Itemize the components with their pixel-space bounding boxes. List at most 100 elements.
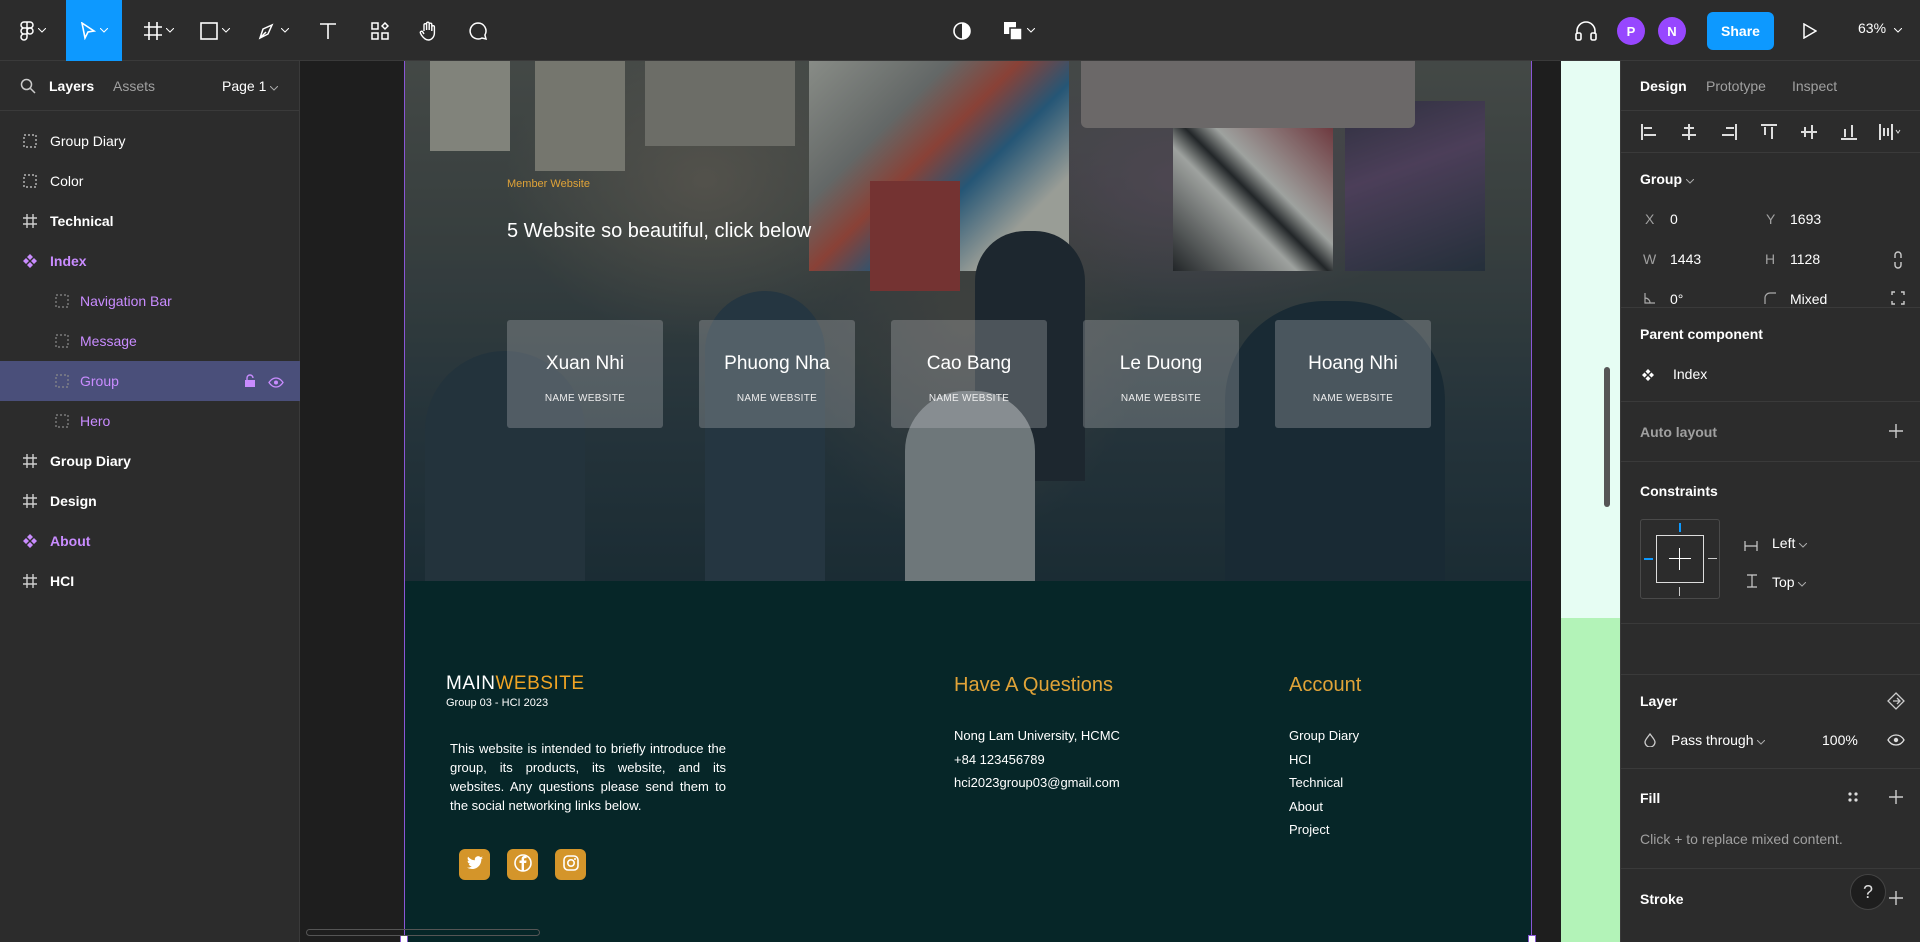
- unlock-icon[interactable]: [244, 374, 256, 390]
- layer-row[interactable]: About: [0, 521, 300, 561]
- blend-mode-select[interactable]: Pass through: [1671, 732, 1766, 748]
- tab-assets[interactable]: Assets: [113, 78, 155, 94]
- instagram-button[interactable]: [555, 849, 586, 880]
- y-input[interactable]: 1693: [1790, 211, 1821, 227]
- rotation-input[interactable]: 0°: [1670, 291, 1683, 307]
- layer-row[interactable]: Hero: [0, 401, 300, 441]
- align-horizontal-center-icon[interactable]: [1681, 124, 1697, 143]
- account-link[interactable]: Technical: [1289, 775, 1343, 790]
- layer-row[interactable]: Navigation Bar: [0, 281, 300, 321]
- align-bottom-icon[interactable]: [1841, 124, 1857, 143]
- tab-inspect[interactable]: Inspect: [1792, 78, 1837, 94]
- account-link[interactable]: Group Diary: [1289, 728, 1359, 743]
- adjacent-frame[interactable]: [1561, 618, 1620, 942]
- hero-section[interactable]: Member Website 5 Website so beautiful, c…: [405, 61, 1531, 581]
- main-menu-button[interactable]: [10, 0, 56, 61]
- opacity-input[interactable]: 100%: [1822, 732, 1858, 748]
- design-canvas[interactable]: Member Website 5 Website so beautiful, c…: [300, 61, 1620, 942]
- constrain-proportions-icon[interactable]: [1893, 251, 1903, 272]
- constraint-right[interactable]: [1708, 558, 1717, 559]
- avatar[interactable]: P: [1617, 17, 1645, 45]
- layer-row[interactable]: Group: [0, 361, 300, 401]
- member-card[interactable]: Phuong Nha NAME WEBSITE: [699, 320, 855, 428]
- adjacent-frame[interactable]: [1561, 61, 1620, 618]
- facebook-button[interactable]: [507, 849, 538, 880]
- appearance-button[interactable]: [944, 0, 980, 61]
- shape-tool-button[interactable]: [192, 0, 238, 61]
- contact-phone[interactable]: +84 123456789: [954, 752, 1045, 767]
- account-link[interactable]: HCI: [1289, 752, 1311, 767]
- layer-row[interactable]: Index: [0, 241, 300, 281]
- tab-prototype[interactable]: Prototype: [1706, 78, 1766, 94]
- eye-icon[interactable]: [1887, 733, 1905, 749]
- add-stroke-icon[interactable]: [1889, 891, 1903, 908]
- footer-section[interactable]: MAINWEBSITE Group 03 - HCI 2023 This web…: [405, 581, 1531, 942]
- add-fill-icon[interactable]: [1889, 790, 1903, 807]
- layer-row[interactable]: HCI: [0, 561, 300, 601]
- contact-email[interactable]: hci2023group03@gmail.com: [954, 775, 1120, 790]
- corner-radius-input[interactable]: Mixed: [1790, 291, 1827, 307]
- chevron-down-icon: [1798, 574, 1807, 590]
- layer-row[interactable]: Message: [0, 321, 300, 361]
- text-tool-button[interactable]: [310, 0, 346, 61]
- resources-button[interactable]: [362, 0, 398, 61]
- selection-handle[interactable]: [400, 935, 408, 942]
- audio-button[interactable]: [1568, 0, 1604, 61]
- align-left-icon[interactable]: [1641, 124, 1657, 143]
- eye-icon[interactable]: [268, 375, 284, 391]
- h-input[interactable]: 1128: [1790, 251, 1820, 267]
- add-auto-layout-icon[interactable]: [1889, 424, 1903, 441]
- horizontal-scrollbar[interactable]: [306, 929, 540, 936]
- tab-design[interactable]: Design: [1640, 78, 1687, 94]
- member-card[interactable]: Hoang Nhi NAME WEBSITE: [1275, 320, 1431, 428]
- move-tool-button[interactable]: [66, 0, 122, 61]
- group-label[interactable]: Group: [1640, 171, 1695, 187]
- style-grid-icon[interactable]: [1847, 790, 1859, 806]
- account-link[interactable]: Project: [1289, 822, 1329, 837]
- layer-row[interactable]: Group Diary: [0, 121, 300, 161]
- selection-handle[interactable]: [1528, 935, 1536, 942]
- constraints-widget[interactable]: [1640, 519, 1720, 599]
- constraint-bottom[interactable]: [1679, 587, 1680, 596]
- layer-row[interactable]: Design: [0, 481, 300, 521]
- layer-row[interactable]: Color: [0, 161, 300, 201]
- hand-icon: [418, 21, 438, 41]
- pen-tool-button[interactable]: [248, 0, 298, 61]
- index-frame[interactable]: Member Website 5 Website so beautiful, c…: [404, 61, 1532, 942]
- align-vertical-center-icon[interactable]: [1801, 124, 1817, 143]
- distribute-icon[interactable]: [1879, 124, 1901, 143]
- share-button[interactable]: Share: [1707, 12, 1774, 50]
- zoom-dropdown[interactable]: 63%: [1858, 20, 1903, 36]
- constraint-left-active[interactable]: [1644, 558, 1653, 560]
- vertical-constraint-select[interactable]: Top: [1772, 574, 1807, 590]
- go-to-main-icon[interactable]: [1887, 692, 1905, 713]
- x-input[interactable]: 0: [1670, 211, 1678, 227]
- avatar[interactable]: N: [1658, 17, 1686, 45]
- account-link[interactable]: About: [1289, 799, 1323, 814]
- layer-row[interactable]: Technical: [0, 201, 300, 241]
- parent-component-name[interactable]: Index: [1673, 366, 1707, 382]
- page-selector[interactable]: Page 1: [222, 78, 279, 94]
- constraint-top-active[interactable]: [1679, 523, 1681, 532]
- layer-row[interactable]: Group Diary: [0, 441, 300, 481]
- placeholder-rectangle[interactable]: [1081, 61, 1415, 128]
- boolean-button[interactable]: [996, 0, 1042, 61]
- present-button[interactable]: [1792, 0, 1828, 61]
- horizontal-constraint-select[interactable]: Left: [1772, 535, 1808, 551]
- search-icon[interactable]: [20, 78, 36, 97]
- align-top-icon[interactable]: [1761, 124, 1777, 143]
- twitter-button[interactable]: [459, 849, 490, 880]
- member-card[interactable]: Cao Bang NAME WEBSITE: [891, 320, 1047, 428]
- frame-tool-button[interactable]: [136, 0, 182, 61]
- member-card[interactable]: Le Duong NAME WEBSITE: [1083, 320, 1239, 428]
- independent-corners-icon[interactable]: [1891, 291, 1905, 308]
- comment-tool-button[interactable]: [460, 0, 496, 61]
- help-button[interactable]: ?: [1850, 874, 1886, 910]
- vertical-scrollbar[interactable]: [1604, 367, 1610, 507]
- member-website-label: NAME WEBSITE: [1312, 393, 1394, 404]
- w-input[interactable]: 1443: [1670, 251, 1701, 267]
- member-card[interactable]: Xuan Nhi NAME WEBSITE: [507, 320, 663, 428]
- hand-tool-button[interactable]: [410, 0, 446, 61]
- align-right-icon[interactable]: [1721, 124, 1737, 143]
- tab-layers[interactable]: Layers: [49, 78, 94, 94]
